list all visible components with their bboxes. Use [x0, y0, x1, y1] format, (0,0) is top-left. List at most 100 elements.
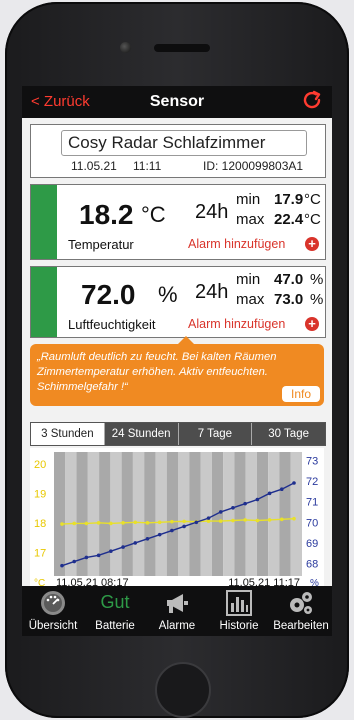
gauge-icon	[41, 591, 65, 615]
chart-stripe	[132, 452, 145, 576]
chart-stripe	[54, 452, 66, 576]
temperature-min-unit: °C	[304, 191, 321, 208]
chart-stripe	[155, 452, 167, 576]
front-camera	[120, 42, 131, 53]
series-2-point	[145, 537, 150, 541]
series-1-point	[243, 518, 247, 522]
series-2-point	[243, 501, 247, 506]
right-axis-tick-label: 70	[306, 517, 318, 529]
series-2-point	[218, 510, 223, 514]
right-axis-tick-label: 68	[306, 559, 318, 571]
series-1-point	[255, 518, 260, 523]
battery-status: Gut	[100, 592, 130, 612]
tabbar-batterie[interactable]: Gut Batterie	[84, 588, 146, 636]
series-2-point	[96, 553, 101, 558]
app-screen: < Zurück Sensor Cosy Radar Schlafzimmer …	[22, 86, 332, 636]
series-2-point	[109, 549, 113, 553]
chart-stripe	[279, 452, 291, 576]
chart-stripe	[245, 452, 257, 576]
series-1-point	[279, 517, 284, 522]
navigation-bar: < Zurück Sensor	[22, 86, 332, 118]
chart-stripe	[290, 452, 302, 576]
chart-stripe	[234, 452, 246, 576]
sensor-date: 11.05.21	[71, 159, 117, 173]
tab-3-stunden[interactable]: 3 Stunden	[31, 423, 104, 445]
temperature-max-label: max	[236, 211, 265, 228]
tabbar-label: Übersicht	[28, 620, 78, 632]
series-1-point	[133, 520, 138, 525]
series-1-point	[231, 518, 235, 523]
left-axis-tick-label: 18	[34, 518, 46, 530]
sensor-time: 11:11	[133, 159, 162, 173]
add-alarm-plus-icon[interactable]: +	[305, 237, 319, 251]
temperature-max-value: 22.4	[274, 211, 304, 228]
series-1-point	[218, 519, 223, 523]
time-range-tabs: 3 Stunden 24 Stunden 7 Tage 30 Tage	[30, 422, 326, 446]
series-1-point	[170, 519, 174, 524]
temperature-label: Temperatur	[68, 237, 134, 252]
temperature-card[interactable]: 18.2 °C 24h min max 17.9 °C 22.4 °C Temp…	[30, 184, 326, 260]
series-1-point	[121, 521, 125, 525]
tab-7-tage[interactable]: 7 Tage	[177, 423, 252, 445]
series-1-point	[267, 518, 272, 522]
humidity-value: 72.0	[81, 279, 136, 310]
series-2-point	[121, 545, 125, 549]
refresh-icon[interactable]	[302, 90, 324, 112]
chart-stripe	[121, 452, 133, 576]
series-1-point	[96, 521, 101, 525]
gears-icon	[290, 592, 312, 614]
bar-chart-icon	[226, 590, 252, 616]
humidity-add-alarm-link[interactable]: Alarm hinzufügen	[188, 317, 285, 331]
megaphone-icon	[167, 594, 188, 613]
tabbar-historie[interactable]: Historie	[208, 588, 270, 636]
temperature-min-value: 17.9	[274, 191, 304, 208]
series-2-point	[60, 563, 64, 568]
humidity-warning-bubble: „Raumluft deutlich zu feucht. Bei kalten…	[30, 336, 324, 406]
left-axis-tick-label: 19	[34, 488, 46, 500]
earpiece-speaker	[154, 44, 210, 52]
humidity-unit: %	[158, 282, 178, 307]
humidity-card[interactable]: 72.0 % 24h min max 47.0 % 73.0 % Luftfeu…	[30, 266, 326, 338]
tabbar-label: Historie	[219, 620, 259, 632]
humidity-max-unit: %	[310, 291, 324, 308]
chart-stripe	[256, 452, 269, 576]
temperature-unit: °C	[141, 202, 166, 227]
sensor-info-card: Cosy Radar Schlafzimmer 11.05.21 11:11 I…	[30, 124, 326, 178]
tabbar-bearbeiten[interactable]: Bearbeiten	[270, 588, 332, 636]
tab-24-stunden[interactable]: 24 Stunden	[103, 423, 178, 445]
series-2-point	[194, 520, 199, 525]
sensor-name-field[interactable]: Cosy Radar Schlafzimmer	[61, 130, 307, 156]
tab-30-tage[interactable]: 30 Tage	[251, 423, 325, 445]
add-alarm-plus-icon[interactable]: +	[305, 317, 319, 331]
warning-text: „Raumluft deutlich zu feucht. Bei kalten…	[37, 351, 277, 393]
humidity-min-label: min	[236, 271, 261, 288]
temperature-period: 24h	[195, 201, 229, 223]
series-1-point	[292, 516, 296, 521]
left-axis-tick-label: 20	[34, 459, 46, 471]
series-1-point	[145, 521, 150, 525]
chart-stripe	[200, 452, 212, 576]
history-chart[interactable]: 20191817737271706968°C %11.05.21 08:17 11.…	[30, 448, 324, 588]
tabbar-alarme[interactable]: Alarme	[146, 588, 208, 636]
series-1-point	[109, 521, 113, 526]
temperature-add-alarm-link[interactable]: Alarm hinzufügen	[188, 237, 285, 251]
humidity-period: 24h	[195, 281, 229, 303]
series-1-point	[157, 520, 162, 525]
temperature-value: 18.2	[79, 199, 134, 230]
series-1-point	[72, 521, 77, 526]
tabbar-uebersicht[interactable]: Übersicht	[22, 588, 84, 636]
right-axis-tick-label: 71	[306, 497, 318, 509]
page-title: Sensor	[149, 93, 205, 110]
series-2-point	[182, 524, 186, 529]
left-axis-tick-label: 17	[34, 547, 46, 559]
chart-stripe	[178, 452, 190, 576]
series-2-point	[255, 497, 260, 502]
series-2-point	[279, 487, 284, 491]
series-1-point	[84, 521, 89, 526]
home-button[interactable]	[155, 662, 211, 718]
humidity-label: Luftfeuchtigkeit	[68, 317, 156, 332]
humidity-min-unit: %	[310, 271, 324, 288]
right-axis-tick-label: 72	[306, 476, 318, 488]
info-button[interactable]: Info	[282, 386, 320, 402]
right-axis-tick-label: 73	[306, 455, 318, 467]
